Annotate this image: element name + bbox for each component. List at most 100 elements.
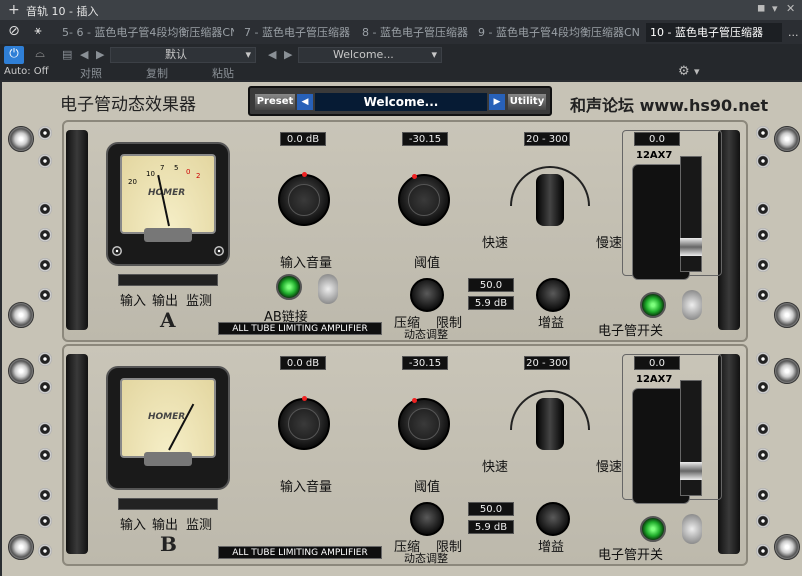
next-preset-icon[interactable]: ▶ xyxy=(96,48,104,61)
threshold-display: -30.15 xyxy=(402,132,448,146)
meter-mode-bar[interactable] xyxy=(118,498,218,510)
input-gain-knob-cap xyxy=(288,408,320,440)
attack-selector-knob[interactable] xyxy=(536,398,564,450)
screw-icon xyxy=(38,154,52,168)
screw-icon xyxy=(756,544,770,558)
menu-icon[interactable]: ▾ xyxy=(772,2,778,15)
tube-switch-toggle[interactable] xyxy=(682,514,702,544)
vu-scale-label: 2 xyxy=(196,172,201,180)
screw-icon xyxy=(38,258,52,272)
input-gain-label: 输入音量 xyxy=(280,256,333,271)
tube-value-display: 0.0 xyxy=(634,356,680,370)
plugin-tabs: ⊘ ⚹ 5- 6 - 蓝色电子管4段均衡压缩器CN 7 - 蓝色电子管压缩器 8… xyxy=(0,20,802,44)
preset-select[interactable]: 默认 ▾ xyxy=(110,47,256,63)
next-program-icon[interactable]: ▶ xyxy=(284,48,292,61)
tube-switch-label: 电子管开关 xyxy=(598,324,664,339)
screw-icon xyxy=(214,246,224,256)
ab-link-led[interactable] xyxy=(276,274,302,300)
vu-scale-label: 20 xyxy=(128,178,137,186)
knob-indicator xyxy=(302,172,307,177)
knob-indicator xyxy=(412,398,417,403)
screw-icon xyxy=(756,126,770,140)
attack-range-display: 20 - 300 xyxy=(524,132,570,146)
dynamics-label: 动态调整 xyxy=(404,328,448,341)
vu-scale-label: 5 xyxy=(174,164,179,172)
tab-7[interactable]: 7 - 蓝色电子管压缩器 xyxy=(240,23,352,42)
power-button[interactable]: ⏻ xyxy=(4,46,24,64)
next-arrow-icon[interactable]: ▶ xyxy=(489,94,505,110)
vu-meter: 20 10 7 5 0 2 HOMER xyxy=(106,142,230,266)
paste-button[interactable]: 粘贴 xyxy=(212,65,234,81)
compare-button[interactable]: 对照 xyxy=(80,65,102,81)
brand-watermark: 和声论坛 www.hs90.net xyxy=(570,96,769,115)
prev-arrow-icon[interactable]: ◀ xyxy=(297,94,313,110)
copy-button[interactable]: 复制 xyxy=(146,65,168,81)
slow-label: 慢速 xyxy=(596,460,623,475)
amp-badge: ALL TUBE LIMITING AMPLIFIER xyxy=(218,546,382,559)
vu-brand: HOMER xyxy=(148,412,186,422)
pin-icon[interactable]: ◼ xyxy=(757,3,765,14)
tube-switch-led[interactable] xyxy=(640,516,666,542)
threshold-display: -30.15 xyxy=(402,356,448,370)
ratio-knob[interactable] xyxy=(410,278,444,312)
utility-button[interactable]: Utility xyxy=(508,94,546,110)
screw-icon xyxy=(38,544,52,558)
gear-icon[interactable]: ⚙ xyxy=(678,64,690,79)
automation-icon[interactable]: ⌓ xyxy=(30,46,50,64)
meter-monitor-option[interactable]: 监测 xyxy=(186,290,212,309)
meter-input-option[interactable]: 输入 xyxy=(120,514,146,533)
auto-mode[interactable]: Auto: Off xyxy=(4,66,49,77)
tube-fader-handle[interactable] xyxy=(680,238,702,256)
rack-handle-left xyxy=(66,354,88,554)
meter-output-option[interactable]: 输出 xyxy=(152,514,178,533)
fast-label: 快速 xyxy=(482,460,509,475)
vu-meter: HOMER xyxy=(106,366,230,490)
ratio-display: 50.0 xyxy=(468,278,514,292)
prev-preset-icon[interactable]: ◀ xyxy=(80,48,88,61)
program-select-value: Welcome... xyxy=(333,48,394,61)
routing-icon[interactable]: ⚹ xyxy=(28,23,48,41)
rack-screw-icon xyxy=(8,126,34,152)
tube-switch-led[interactable] xyxy=(640,292,666,318)
attack-range-display: 20 - 300 xyxy=(524,356,570,370)
attack-selector-knob[interactable] xyxy=(536,174,564,226)
add-icon[interactable]: + xyxy=(8,2,20,18)
tab-8[interactable]: 8 - 蓝色电子管压缩器 xyxy=(358,23,470,42)
tab-10[interactable]: 10 - 蓝色电子管压缩器 xyxy=(646,23,782,42)
screw-icon xyxy=(756,422,770,436)
preset-button[interactable]: Preset xyxy=(255,94,295,110)
screw-icon xyxy=(38,514,52,528)
meter-output-option[interactable]: 输出 xyxy=(152,290,178,309)
ab-link-toggle[interactable] xyxy=(318,274,338,304)
makeup-gain-knob[interactable] xyxy=(536,502,570,536)
threshold-knob-cap xyxy=(408,184,440,216)
tab-5-6[interactable]: 5- 6 - 蓝色电子管4段均衡压缩器CN xyxy=(58,23,234,42)
meter-monitor-option[interactable]: 监测 xyxy=(186,514,212,533)
meter-mode-bar[interactable] xyxy=(118,274,218,286)
gain-label: 增益 xyxy=(538,540,565,555)
screw-icon xyxy=(756,154,770,168)
screw-icon xyxy=(38,488,52,502)
ratio-knob[interactable] xyxy=(410,502,444,536)
makeup-gain-knob[interactable] xyxy=(536,278,570,312)
tab-9[interactable]: 9 - 蓝色电子管4段均衡压缩器CN xyxy=(474,23,642,42)
tube-fader-handle[interactable] xyxy=(680,462,702,480)
screw-icon xyxy=(38,380,52,394)
makeup-gain-display: 5.9 dB xyxy=(468,520,514,534)
settings-chevron-icon[interactable]: ▾ xyxy=(694,65,700,78)
rack-screw-icon xyxy=(8,302,34,328)
screw-icon xyxy=(756,352,770,366)
meter-input-option[interactable]: 输入 xyxy=(120,290,146,309)
power-icon[interactable]: ⊘ xyxy=(4,23,24,41)
program-select[interactable]: Welcome... ▾ xyxy=(298,47,442,63)
rack-screw-icon xyxy=(774,534,800,560)
tube-switch-toggle[interactable] xyxy=(682,290,702,320)
screw-icon xyxy=(756,258,770,272)
rack-handle-left xyxy=(66,130,88,330)
tabs-more-button[interactable]: ... xyxy=(784,23,802,42)
plugin-title: 电子管动态效果器 xyxy=(60,95,196,115)
preset-file-icon[interactable]: ▤ xyxy=(62,48,72,61)
prev-program-icon[interactable]: ◀ xyxy=(268,48,276,61)
rack-screw-icon xyxy=(8,534,34,560)
close-icon[interactable]: ✕ xyxy=(786,2,795,15)
